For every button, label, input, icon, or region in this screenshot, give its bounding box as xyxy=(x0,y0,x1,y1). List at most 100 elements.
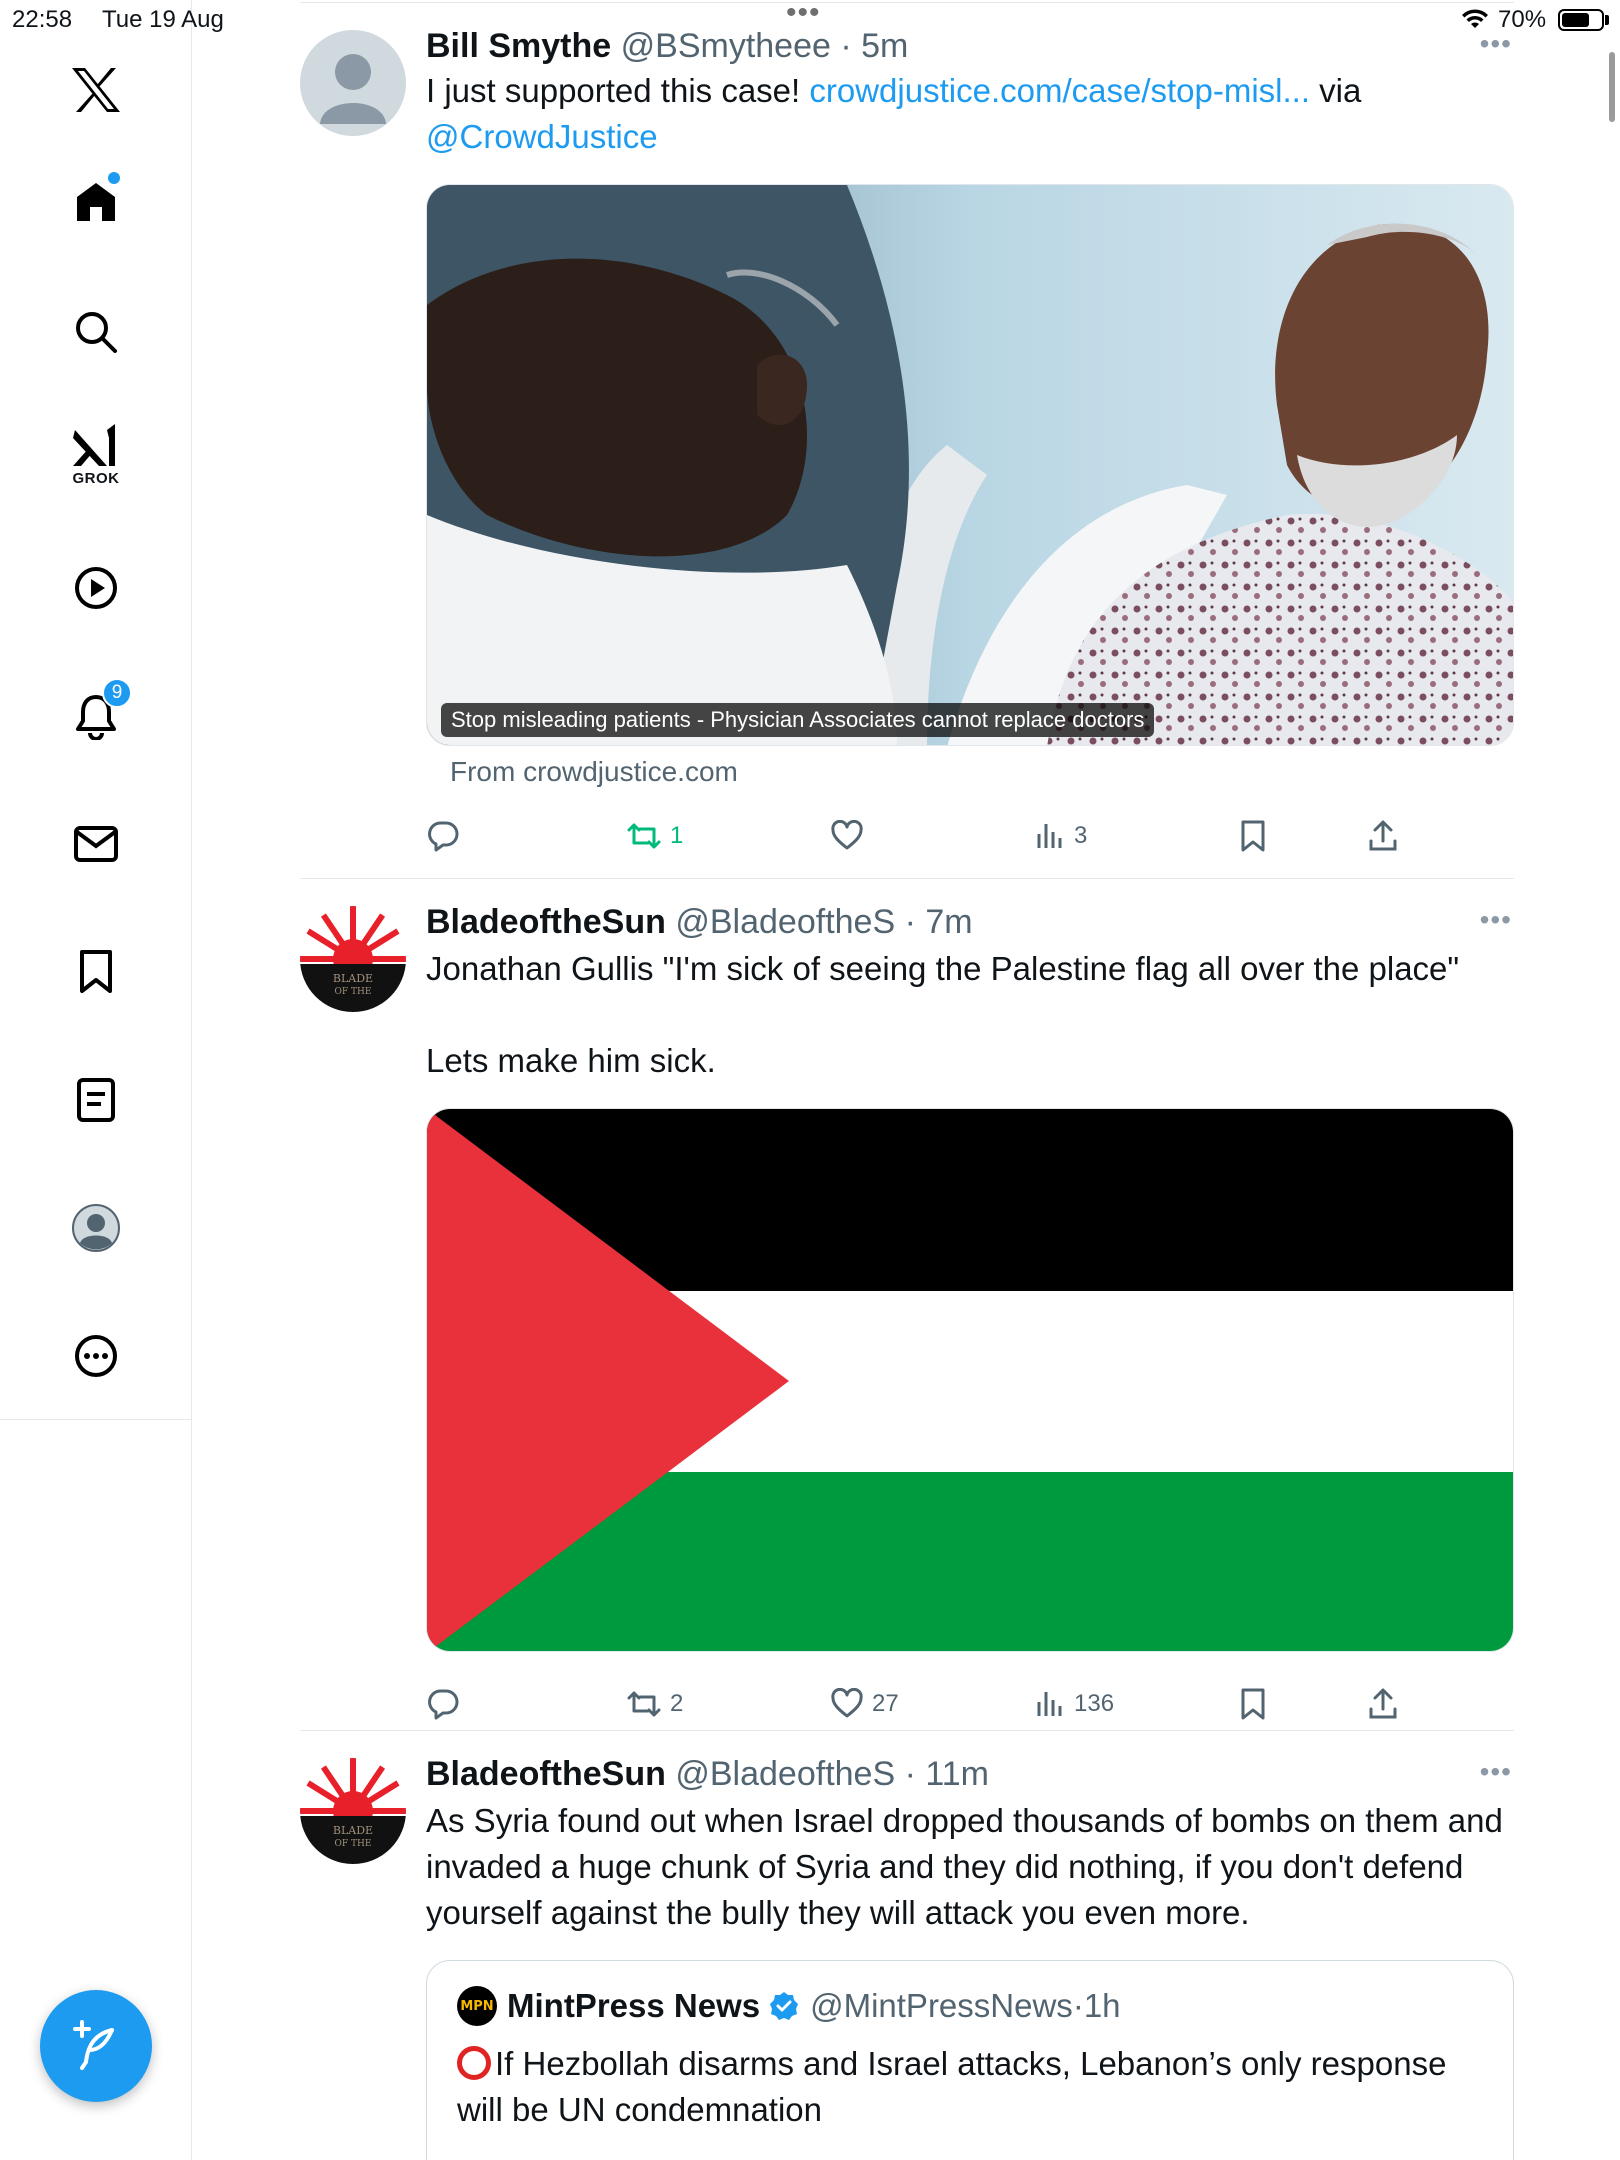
quote-author-name[interactable]: MintPress News xyxy=(507,1987,760,2025)
views-icon xyxy=(1037,1692,1062,1716)
palestine-flag xyxy=(427,1109,1513,1651)
grok-label: GROK xyxy=(72,469,120,487)
reply-button[interactable] xyxy=(426,1674,460,1734)
repost-count: 1 xyxy=(670,822,684,849)
like-button[interactable]: 27 xyxy=(830,1674,899,1734)
tweet-link[interactable]: crowdjustice.com/case/stop-misl... xyxy=(809,72,1310,109)
sidebar-item-more[interactable] xyxy=(56,1316,136,1396)
svg-text:BLADE: BLADE xyxy=(333,1824,373,1837)
quote-avatar-logo: MPN xyxy=(460,1998,494,2014)
quote-header: MPN MintPress News @MintPressNews · 1h xyxy=(457,1983,1483,2029)
sidebar-item-home[interactable] xyxy=(56,162,136,242)
compose-button[interactable] xyxy=(40,1990,152,2102)
battery-percentage: 70% xyxy=(1498,6,1547,33)
like-count: 27 xyxy=(872,1690,899,1717)
author-name[interactable]: BladeoftheSun xyxy=(426,903,666,941)
tweet-actions: 1 3 xyxy=(426,806,1514,866)
sidebar-item-notifications[interactable]: 9 xyxy=(56,676,136,756)
sidebar-item-lists[interactable] xyxy=(56,1060,136,1140)
avatar[interactable]: BLADE OF THE xyxy=(300,1758,406,1864)
author-handle[interactable]: @BladeoftheS xyxy=(675,903,895,941)
views-count: 136 xyxy=(1074,1690,1115,1717)
red-circle-icon xyxy=(457,2046,491,2080)
repost-button[interactable]: 1 xyxy=(626,806,683,866)
battery-icon xyxy=(1558,9,1604,31)
bookmark-icon xyxy=(1241,1688,1265,1720)
mail-icon xyxy=(74,826,118,862)
share-icon xyxy=(1369,1688,1397,1719)
palestine-flag-image[interactable] xyxy=(426,1108,1514,1652)
search-icon xyxy=(76,312,117,353)
author-name[interactable]: BladeoftheSun xyxy=(426,1755,666,1793)
sidebar-nav: GROK 9 xyxy=(0,0,192,1420)
repost-icon xyxy=(627,823,661,849)
tweet-mention[interactable]: @CrowdJustice xyxy=(426,118,658,155)
quote-text: If Hezbollah disarms and Israel attacks,… xyxy=(457,2041,1483,2133)
card-caption: Stop misleading patients - Physician Ass… xyxy=(441,703,1155,737)
tweet-text-part: via xyxy=(1310,72,1362,109)
quote-author-handle[interactable]: @MintPressNews xyxy=(810,1987,1073,2025)
sidebar-item-video[interactable] xyxy=(56,548,136,628)
hospital-patient-photo xyxy=(427,185,1513,745)
verified-badge-icon xyxy=(770,1992,799,2020)
sidebar-divider xyxy=(191,1420,192,2160)
grok-icon xyxy=(73,423,115,466)
tweet-text-line: Jonathan Gullis "I'm sick of seeing the … xyxy=(426,950,1460,987)
avatar[interactable] xyxy=(300,30,406,136)
more-icon xyxy=(75,1335,117,1377)
reply-button[interactable] xyxy=(426,806,460,866)
card-source[interactable]: From crowdjustice.com xyxy=(450,756,1514,806)
quoted-tweet[interactable]: MPN MintPress News @MintPressNews · 1h I… xyxy=(426,1960,1514,2160)
heart-icon xyxy=(831,1688,863,1718)
wifi-icon xyxy=(1462,9,1488,28)
more-options-icon[interactable]: ••• xyxy=(1480,1756,1512,1788)
bookmark-button[interactable] xyxy=(1238,1674,1268,1734)
profile-icon xyxy=(72,1204,120,1252)
default-avatar-icon xyxy=(320,54,386,124)
quote-time[interactable]: 1h xyxy=(1084,1987,1121,2025)
svg-text:BLADE: BLADE xyxy=(333,972,373,985)
battery-tip xyxy=(1605,15,1609,25)
sidebar-item-bookmarks[interactable] xyxy=(56,932,136,1012)
multitasking-dots-icon[interactable]: ••• xyxy=(786,0,821,30)
svg-text:OF THE: OF THE xyxy=(335,987,372,997)
bookmark-button[interactable] xyxy=(1238,806,1268,866)
list-icon xyxy=(77,1078,115,1122)
bookmark-icon xyxy=(1241,820,1265,852)
tweet-text-line: Lets make him sick. xyxy=(426,1042,716,1079)
tweet-header: BladeoftheSun @BladeoftheS · 11m xyxy=(426,1755,989,1793)
tweet-time[interactable]: 7m xyxy=(925,903,972,941)
sidebar-item-explore[interactable] xyxy=(56,292,136,372)
play-icon xyxy=(75,567,117,609)
tweet-divider xyxy=(300,878,1514,879)
share-button[interactable] xyxy=(1366,806,1400,866)
avatar[interactable]: BLADE OF THE xyxy=(300,906,406,1012)
more-options-icon[interactable]: ••• xyxy=(1480,904,1512,936)
quote-avatar[interactable]: MPN xyxy=(457,1986,497,2026)
repost-button[interactable]: 2 xyxy=(626,1674,683,1734)
sidebar-item-grok[interactable]: GROK xyxy=(56,414,136,494)
sidebar-item-profile[interactable] xyxy=(56,1188,136,1268)
repost-count: 2 xyxy=(670,1690,684,1717)
heart-icon xyxy=(831,820,863,850)
scrollbar-thumb[interactable] xyxy=(1609,52,1615,122)
tweet-time[interactable]: 11m xyxy=(925,1755,989,1793)
notification-badge: 9 xyxy=(102,678,132,708)
link-card-image[interactable]: Stop misleading patients - Physician Ass… xyxy=(426,184,1514,746)
tweet-text: Jonathan Gullis "I'm sick of seeing the … xyxy=(426,946,1514,1084)
bookmark-icon xyxy=(80,950,112,993)
author-handle[interactable]: @BladeoftheS xyxy=(675,1755,895,1793)
quote-text-body: If Hezbollah disarms and Israel attacks,… xyxy=(457,2045,1447,2128)
x-logo-icon[interactable] xyxy=(56,50,136,130)
rising-sun-avatar-icon: BLADE OF THE xyxy=(300,1758,406,1864)
status-date: Tue 19 Aug xyxy=(102,6,224,33)
share-button[interactable] xyxy=(1366,1674,1400,1734)
like-button[interactable] xyxy=(830,806,864,866)
sidebar-item-messages[interactable] xyxy=(56,804,136,884)
battery-level xyxy=(1562,13,1589,27)
views-count: 3 xyxy=(1074,822,1088,849)
views-button[interactable]: 3 xyxy=(1034,806,1087,866)
compose-icon xyxy=(73,2020,114,2070)
tweet-actions: 2 27 136 xyxy=(426,1674,1514,1734)
views-button[interactable]: 136 xyxy=(1034,1674,1114,1734)
